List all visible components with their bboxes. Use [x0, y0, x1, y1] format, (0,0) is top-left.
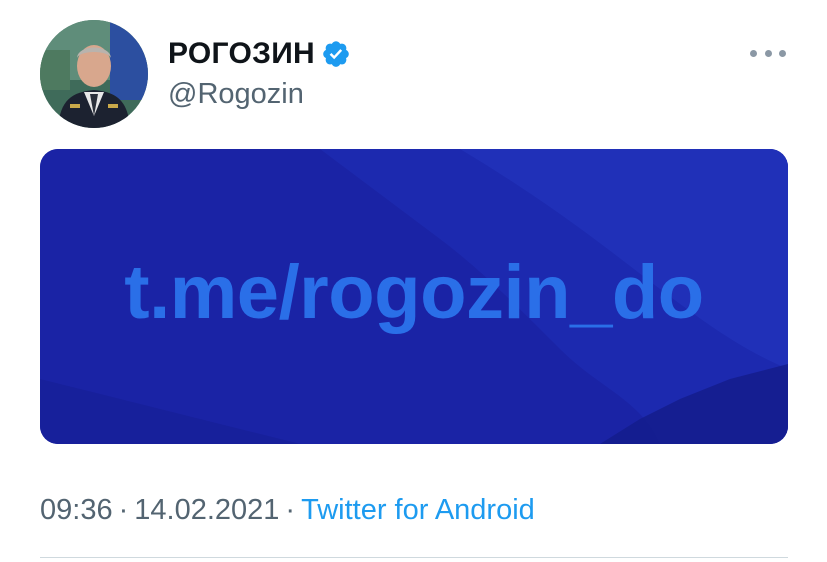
name-row: РОГОЗИН — [168, 34, 351, 74]
tweet-meta: 09:36 · 14.02.2021 · Twitter for Android — [40, 494, 535, 527]
more-dot — [750, 49, 757, 57]
avatar[interactable] — [40, 20, 148, 128]
meta-separator: · — [285, 494, 296, 526]
tweet-date[interactable]: 14.02.2021 — [134, 494, 279, 526]
divider — [40, 557, 788, 558]
link-card[interactable]: t.me/rogozin_do — [40, 149, 788, 444]
author-block: РОГОЗИН @Rogozin — [168, 34, 351, 111]
handle[interactable]: @Rogozin — [168, 78, 351, 111]
tweet-time[interactable]: 09:36 — [40, 494, 113, 526]
card-link-text: t.me/rogozin_do — [124, 250, 704, 335]
more-dot — [779, 49, 786, 57]
tweet: РОГОЗИН @Rogozin t.me/rogozin_do 09:36 · 1… — [0, 0, 827, 562]
more-horizontal-icon[interactable] — [750, 40, 786, 66]
verified-badge-icon — [321, 39, 351, 69]
meta-separator: · — [118, 494, 129, 526]
avatar-photo — [40, 20, 148, 128]
more-dot — [764, 49, 772, 57]
tweet-source-link[interactable]: Twitter for Android — [301, 494, 535, 526]
display-name[interactable]: РОГОЗИН — [168, 37, 315, 71]
